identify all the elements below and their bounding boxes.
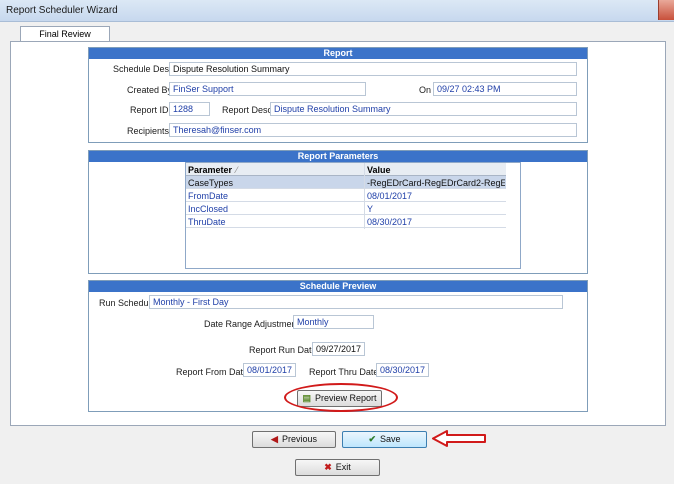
column-header-value[interactable]: Value <box>367 164 505 176</box>
checkmark-icon: ✔ <box>368 434 377 444</box>
schedule-preview-section: Schedule Preview Run Schedule Monthly - … <box>88 280 588 412</box>
created-by-label: Created By <box>127 85 173 95</box>
tab-final-review[interactable]: Final Review <box>20 26 110 42</box>
report-from-date-label: Report From Date <box>176 367 249 377</box>
previous-button[interactable]: ◀ Previous <box>252 431 336 448</box>
tab-strip: Final Review <box>6 22 670 42</box>
report-parameters-section: Report Parameters Parameter ⁄ Value CaseT… <box>88 150 588 274</box>
window-title: Report Scheduler Wizard <box>6 5 118 16</box>
report-preview-icon: ▤ <box>302 393 311 403</box>
save-button[interactable]: ✔ Save <box>342 431 427 448</box>
schedule-desc-label: Schedule Desc <box>113 64 174 74</box>
parameter-cell: ThruDate <box>188 217 226 227</box>
report-section: Report Schedule Desc Dispute Resolution … <box>88 47 588 143</box>
recipients-field[interactable]: Theresah@finser.com <box>169 123 577 137</box>
report-thru-date-field: 08/30/2017 <box>376 363 429 377</box>
table-row[interactable]: CaseTypes -RegEDrCard-RegEDrCard2-RegEAT… <box>186 176 506 189</box>
value-cell: Y <box>367 204 374 214</box>
run-schedule-field: Monthly - First Day <box>149 295 563 309</box>
preview-report-button[interactable]: ▤ Preview Report <box>297 390 382 407</box>
table-row[interactable]: IncClosed Y <box>186 202 506 215</box>
column-separator <box>364 163 365 229</box>
report-run-date-label: Report Run Date <box>249 345 317 355</box>
parameter-cell: IncClosed <box>188 204 229 214</box>
report-id-label: Report ID <box>130 105 169 115</box>
exit-button[interactable]: ✖ Exit <box>295 459 380 476</box>
title-bar: Report Scheduler Wizard <box>0 0 674 22</box>
date-range-adjustment-field: Monthly <box>293 315 374 329</box>
table-row[interactable]: FromDate 08/01/2017 <box>186 189 506 202</box>
report-section-header: Report <box>89 48 587 59</box>
report-id-field: 1288 <box>169 102 210 116</box>
window-close-button[interactable] <box>658 0 674 20</box>
report-desc-label: Report Desc <box>222 105 273 115</box>
x-icon: ✖ <box>324 462 332 472</box>
schedule-desc-field[interactable]: Dispute Resolution Summary <box>169 62 577 76</box>
report-thru-date-label: Report Thru Date <box>309 367 379 377</box>
created-by-field: FinSer Support <box>169 82 366 96</box>
report-from-date-field: 08/01/2017 <box>243 363 296 377</box>
parameters-grid[interactable]: Parameter ⁄ Value CaseTypes -RegEDrCard-R… <box>185 162 521 269</box>
table-row[interactable]: ThruDate 08/30/2017 <box>186 215 506 228</box>
grid-header-row: Parameter ⁄ Value <box>186 163 506 176</box>
value-cell: 08/01/2017 <box>367 191 413 201</box>
report-parameters-header: Report Parameters <box>89 151 587 162</box>
arrow-left-icon: ◀ <box>271 434 278 444</box>
on-field: 09/27 02:43 PM <box>433 82 577 96</box>
date-range-adjustment-label: Date Range Adjustment <box>204 319 300 329</box>
column-header-parameter[interactable]: Parameter ⁄ <box>188 164 364 176</box>
report-run-date-field: 09/27/2017 <box>312 342 365 356</box>
run-schedule-label: Run Schedule <box>99 298 156 308</box>
sort-indicator-icon: ⁄ <box>236 165 238 175</box>
recipients-label: Recipients <box>127 126 170 136</box>
value-cell: 08/30/2017 <box>367 217 413 227</box>
annotation-arrow <box>432 430 486 447</box>
parameter-cell: FromDate <box>188 191 229 201</box>
value-cell: -RegEDrCard-RegEDrCard2-RegEATM <box>367 178 505 188</box>
on-label: On <box>419 85 432 95</box>
schedule-preview-header: Schedule Preview <box>89 281 587 292</box>
parameter-cell: CaseTypes <box>188 178 234 188</box>
report-desc-field: Dispute Resolution Summary <box>270 102 577 116</box>
